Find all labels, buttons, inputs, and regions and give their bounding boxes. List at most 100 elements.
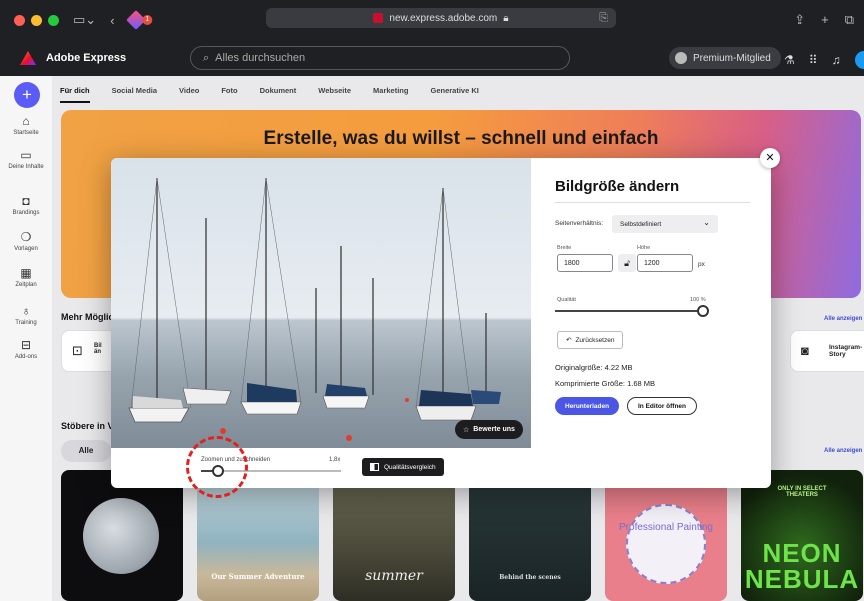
- template-thumb-moon[interactable]: [61, 470, 183, 601]
- tab-webseite[interactable]: Webseite: [318, 86, 351, 103]
- close-dialog-button[interactable]: ✕: [760, 148, 780, 168]
- sidebar-item-label: Startseite: [13, 130, 39, 136]
- tab-marketing[interactable]: Marketing: [373, 86, 408, 103]
- sidebar-item-label: Zeitplan: [15, 282, 37, 288]
- adobe-express-logo[interactable]: [20, 51, 36, 65]
- quality-compare-button[interactable]: Qualitätsvergleich: [362, 458, 444, 476]
- sidebar-item-home[interactable]: ⌂ Startseite: [0, 114, 52, 136]
- width-field[interactable]: 1800: [557, 254, 613, 272]
- sidebar-item-training[interactable]: ♁ Training: [0, 304, 52, 326]
- lock-icon: 🔒︎: [503, 12, 509, 24]
- search-placeholder: Alles durchsuchen: [215, 52, 306, 64]
- sidebar-item-label: Vorlagen: [14, 246, 38, 252]
- minimize-window-button[interactable]: [31, 14, 42, 26]
- tab-social-media[interactable]: Social Media: [112, 86, 157, 103]
- thumb-text: Behind the scenes: [499, 574, 561, 581]
- apps-grid-icon[interactable]: ⠿: [809, 53, 818, 67]
- url-text: new.express.adobe.com: [389, 12, 498, 24]
- thumb-text: NEON NEBULA: [744, 538, 860, 594]
- category-tabs: Für dich Social Media Video Foto Dokumen…: [60, 86, 501, 103]
- template-thumb-behind-scenes[interactable]: Behind the scenes: [469, 470, 591, 601]
- extension-badge: 1: [141, 15, 152, 25]
- compressed-size-text: Komprimierte Größe: 1.68 MB: [555, 379, 656, 388]
- back-icon[interactable]: ‹: [110, 13, 114, 28]
- aspect-lock-icon[interactable]: 🔓︎: [618, 254, 636, 272]
- tab-fuer-dich[interactable]: Für dich: [60, 86, 90, 103]
- sidebar-item-brandings[interactable]: ◘ Brandings: [0, 194, 52, 216]
- template-thumb-neon[interactable]: ONLY IN SELECT THEATERS NEON NEBULA: [741, 470, 863, 601]
- reset-button[interactable]: ↶ Zurücksetzen: [557, 331, 624, 349]
- tab-foto[interactable]: Foto: [221, 86, 237, 103]
- home-icon: ⌂: [22, 114, 30, 128]
- height-label: Höhe: [637, 245, 651, 251]
- badge-shape: [626, 504, 706, 584]
- template-thumb-painting[interactable]: Professional Painting: [605, 470, 727, 601]
- height-field[interactable]: 1200: [637, 254, 693, 272]
- create-button[interactable]: +: [14, 82, 40, 108]
- premium-button[interactable]: Premium-Mitglied: [669, 47, 781, 69]
- instagram-icon: ◙: [801, 343, 809, 358]
- labs-icon[interactable]: ⚗: [784, 53, 795, 67]
- sidebar-item-addons[interactable]: ⊟ Add-ons: [0, 338, 52, 360]
- quality-slider[interactable]: [555, 310, 705, 312]
- quality-slider-handle[interactable]: [697, 305, 709, 317]
- resize-icon: ⊡: [72, 343, 83, 358]
- sidebar-item-label: Brandings: [12, 210, 40, 216]
- thumb-text: Professional Painting: [619, 522, 713, 533]
- reader-icon[interactable]: ⎘: [599, 12, 608, 25]
- address-bar[interactable]: new.express.adobe.com 🔒︎ ⎘: [266, 8, 616, 28]
- unit-label: px: [698, 261, 705, 268]
- rate-us-button[interactable]: ☆ Bewerte uns: [455, 420, 523, 439]
- moon-image: [83, 498, 159, 574]
- maximize-window-button[interactable]: [48, 14, 59, 26]
- new-tab-icon[interactable]: +: [821, 12, 829, 28]
- tabs-overview-icon[interactable]: ⧉: [845, 12, 854, 28]
- calendar-icon: ▦: [20, 266, 32, 280]
- filter-all-chip[interactable]: Alle: [61, 440, 111, 462]
- undo-icon: ↶: [566, 337, 572, 344]
- tab-generative-ki[interactable]: Generative KI: [430, 86, 478, 103]
- sidebar-toggle-icon[interactable]: ▭⌄: [73, 12, 96, 28]
- download-button[interactable]: Herunterladen: [555, 397, 620, 415]
- aspect-ratio-select[interactable]: Selbstdefiniert ⌄: [612, 215, 718, 233]
- original-size-text: Originalgröße: 4.22 MB: [555, 363, 633, 372]
- app-name: Adobe Express: [46, 52, 127, 64]
- quality-value: 100 %: [690, 297, 706, 303]
- tab-video[interactable]: Video: [179, 86, 199, 103]
- zoom-value: 1,8x: [329, 457, 341, 463]
- tab-dokument[interactable]: Dokument: [260, 86, 297, 103]
- lightbulb-icon: ♁: [21, 304, 31, 318]
- brand-icon: ◘: [22, 194, 30, 208]
- sidebar-item-schedule[interactable]: ▦ Zeitplan: [0, 266, 52, 288]
- browser-toolbar: ▭⌄ ‹ 1 new.express.adobe.com 🔒︎ ⎘ ⇪ + ⧉: [0, 0, 864, 40]
- rate-us-label: Bewerte uns: [473, 426, 515, 433]
- site-favicon-icon: [373, 13, 384, 23]
- hero-title: Erstelle, was du willst – schnell und ei…: [263, 128, 659, 149]
- app-header: Adobe Express ⌕ Alles durchsuchen Premiu…: [0, 40, 864, 76]
- search-input[interactable]: ⌕ Alles durchsuchen: [190, 46, 570, 70]
- quality-label: Qualität: [557, 297, 576, 303]
- close-window-button[interactable]: [14, 14, 25, 26]
- quick-action-label: Bil än: [94, 343, 102, 355]
- sidebar-item-label: Add-ons: [14, 354, 38, 360]
- width-label: Breite: [557, 245, 572, 251]
- open-in-editor-button[interactable]: In Editor öffnen: [627, 397, 698, 415]
- template-thumb-summer-script[interactable]: summer: [333, 470, 455, 601]
- folder-icon: ▭: [20, 148, 32, 162]
- quick-action-card[interactable]: ⊡ Bil än: [61, 330, 117, 372]
- thumb-text: Our Summer Adventure: [211, 572, 305, 581]
- extension-icon[interactable]: 1: [125, 10, 152, 30]
- notifications-icon[interactable]: ♫: [832, 53, 841, 67]
- instagram-story-card[interactable]: ◙ Instagram-Story: [790, 330, 864, 372]
- search-icon: ⌕: [203, 51, 210, 64]
- premium-label: Premium-Mitglied: [693, 52, 771, 64]
- addons-icon: ⊟: [20, 338, 32, 352]
- show-all-link-2[interactable]: Alle anzeigen: [824, 448, 862, 454]
- sidebar-item-templates[interactable]: ❍ Vorlagen: [0, 230, 52, 252]
- avatar[interactable]: [854, 51, 864, 69]
- share-icon[interactable]: ⇪: [794, 12, 805, 28]
- show-all-link[interactable]: Alle anzeigen: [824, 316, 862, 322]
- star-icon: ☆: [463, 426, 470, 434]
- sidebar-item-label: Deine Inhalte: [8, 164, 44, 170]
- sidebar-item-content[interactable]: ▭ Deine Inhalte: [0, 148, 52, 170]
